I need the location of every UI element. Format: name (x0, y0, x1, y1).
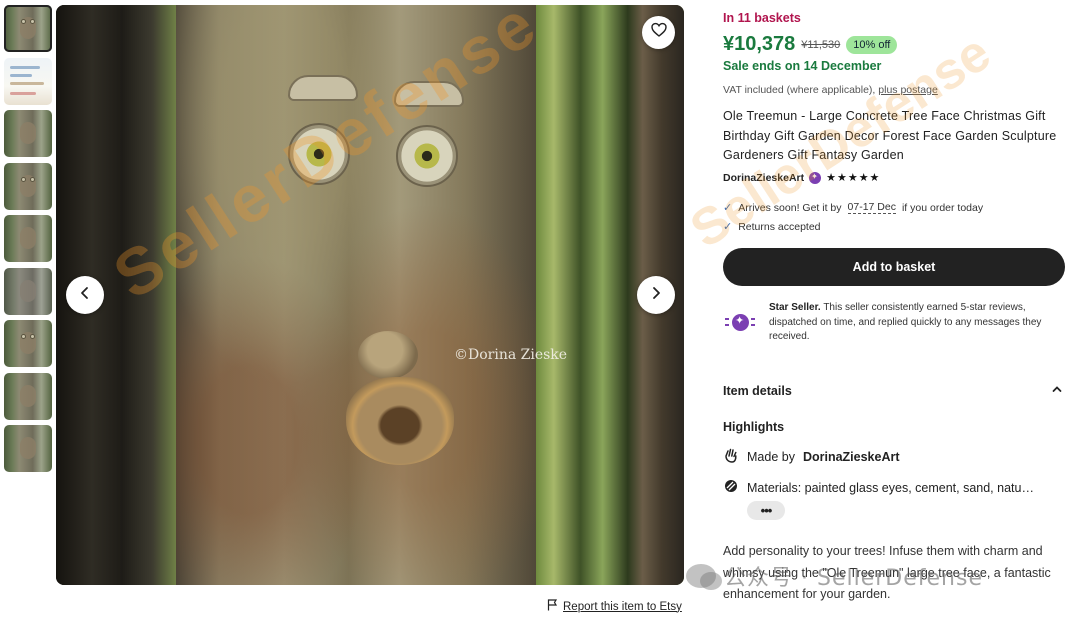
made-by-row: Made by DorinaZieskeArt (723, 447, 900, 466)
star-seller-icon (723, 305, 757, 339)
made-by-prefix: Made by (747, 449, 795, 464)
hand-icon (723, 447, 739, 466)
seller-name-link[interactable]: DorinaZieskeArt (723, 172, 804, 184)
left-eye (288, 123, 350, 185)
thumbnail-1[interactable] (4, 5, 52, 52)
price-row: ¥10,378 ¥11,530 10% off (723, 33, 898, 56)
thumbnail-6[interactable] (4, 267, 52, 315)
seller-row: DorinaZieskeArt ★★★★★ (723, 171, 880, 184)
highlights-heading: Highlights (723, 420, 785, 434)
current-price: ¥10,378 (723, 33, 796, 55)
sale-end-text: Sale ends on 14 December (723, 59, 882, 73)
thumbnail-8[interactable] (4, 372, 52, 420)
arrival-prefix: Arrives soon! Get it by (738, 201, 842, 214)
discount-badge: 10% off (846, 35, 898, 54)
thumbnail-9[interactable] (4, 425, 52, 472)
report-item-label: Report this item to Etsy (563, 600, 682, 613)
report-item-link[interactable]: Report this item to Etsy (547, 599, 682, 614)
product-title: Ole Treemun - Large Concrete Tree Face C… (723, 109, 1057, 162)
arrival-row: ✓ Arrives soon! Get it by 07-17 Dec if y… (723, 201, 983, 214)
thumbnail-7[interactable] (4, 320, 52, 367)
right-eyebrow (394, 81, 464, 107)
previous-image-button[interactable] (66, 276, 104, 314)
materials-text: Materials: painted glass eyes, cement, s… (747, 480, 1034, 495)
thumbnail-3[interactable] (4, 110, 52, 157)
postage-link[interactable]: plus postage (878, 84, 938, 96)
next-image-button[interactable] (637, 276, 675, 314)
original-price: ¥11,530 (801, 38, 841, 51)
face-mouth (346, 377, 454, 465)
check-icon: ✓ (723, 221, 733, 233)
thumbnail-4[interactable] (4, 162, 52, 210)
left-eyebrow (288, 75, 358, 101)
arrival-date[interactable]: 07-17 Dec (847, 201, 896, 214)
chevron-right-icon (649, 286, 663, 305)
more-highlights-button[interactable]: ••• (747, 501, 785, 520)
main-product-image: ©Dorina Zieske (56, 5, 684, 585)
star-seller-info: Star Seller. This seller consistently ea… (723, 301, 1068, 345)
add-to-basket-button[interactable]: Add to basket (723, 248, 1065, 286)
materials-row: Materials: painted glass eyes, cement, s… (723, 478, 1034, 497)
image-watermark: ©Dorina Zieske (454, 347, 568, 363)
product-description: Add personality to your trees! Infuse th… (723, 544, 1051, 601)
right-eye (396, 125, 458, 187)
heart-icon (650, 22, 667, 43)
face-nose (358, 331, 418, 379)
thumbnail-strip (4, 5, 52, 478)
materials-icon (723, 478, 739, 497)
vat-note: VAT included (where applicable), plus po… (723, 84, 938, 96)
made-by-name: DorinaZieskeArt (802, 449, 900, 464)
returns-text: Returns accepted (738, 220, 821, 233)
rating-stars[interactable]: ★★★★★ (826, 171, 880, 184)
star-seller-text: Star Seller. This seller consistently ea… (769, 301, 1068, 345)
thumbnail-5[interactable] (4, 215, 52, 262)
arrival-suffix: if you order today (901, 201, 984, 214)
flag-icon (547, 599, 558, 614)
basket-count: In 11 baskets (723, 11, 801, 25)
item-details-heading: Item details (723, 383, 792, 398)
chevron-left-icon (78, 286, 92, 305)
thumbnail-2[interactable] (4, 57, 52, 105)
favorite-button[interactable] (642, 16, 675, 49)
returns-row: ✓ Returns accepted (723, 220, 821, 234)
star-seller-badge-icon (809, 171, 822, 184)
check-icon: ✓ (723, 202, 733, 214)
vat-text: VAT included (where applicable), (723, 84, 876, 96)
chevron-up-icon (1051, 383, 1063, 398)
star-seller-title: Star Seller. (769, 302, 821, 313)
wechat-icon (686, 564, 722, 590)
item-details-toggle[interactable]: Item details (723, 383, 1063, 398)
